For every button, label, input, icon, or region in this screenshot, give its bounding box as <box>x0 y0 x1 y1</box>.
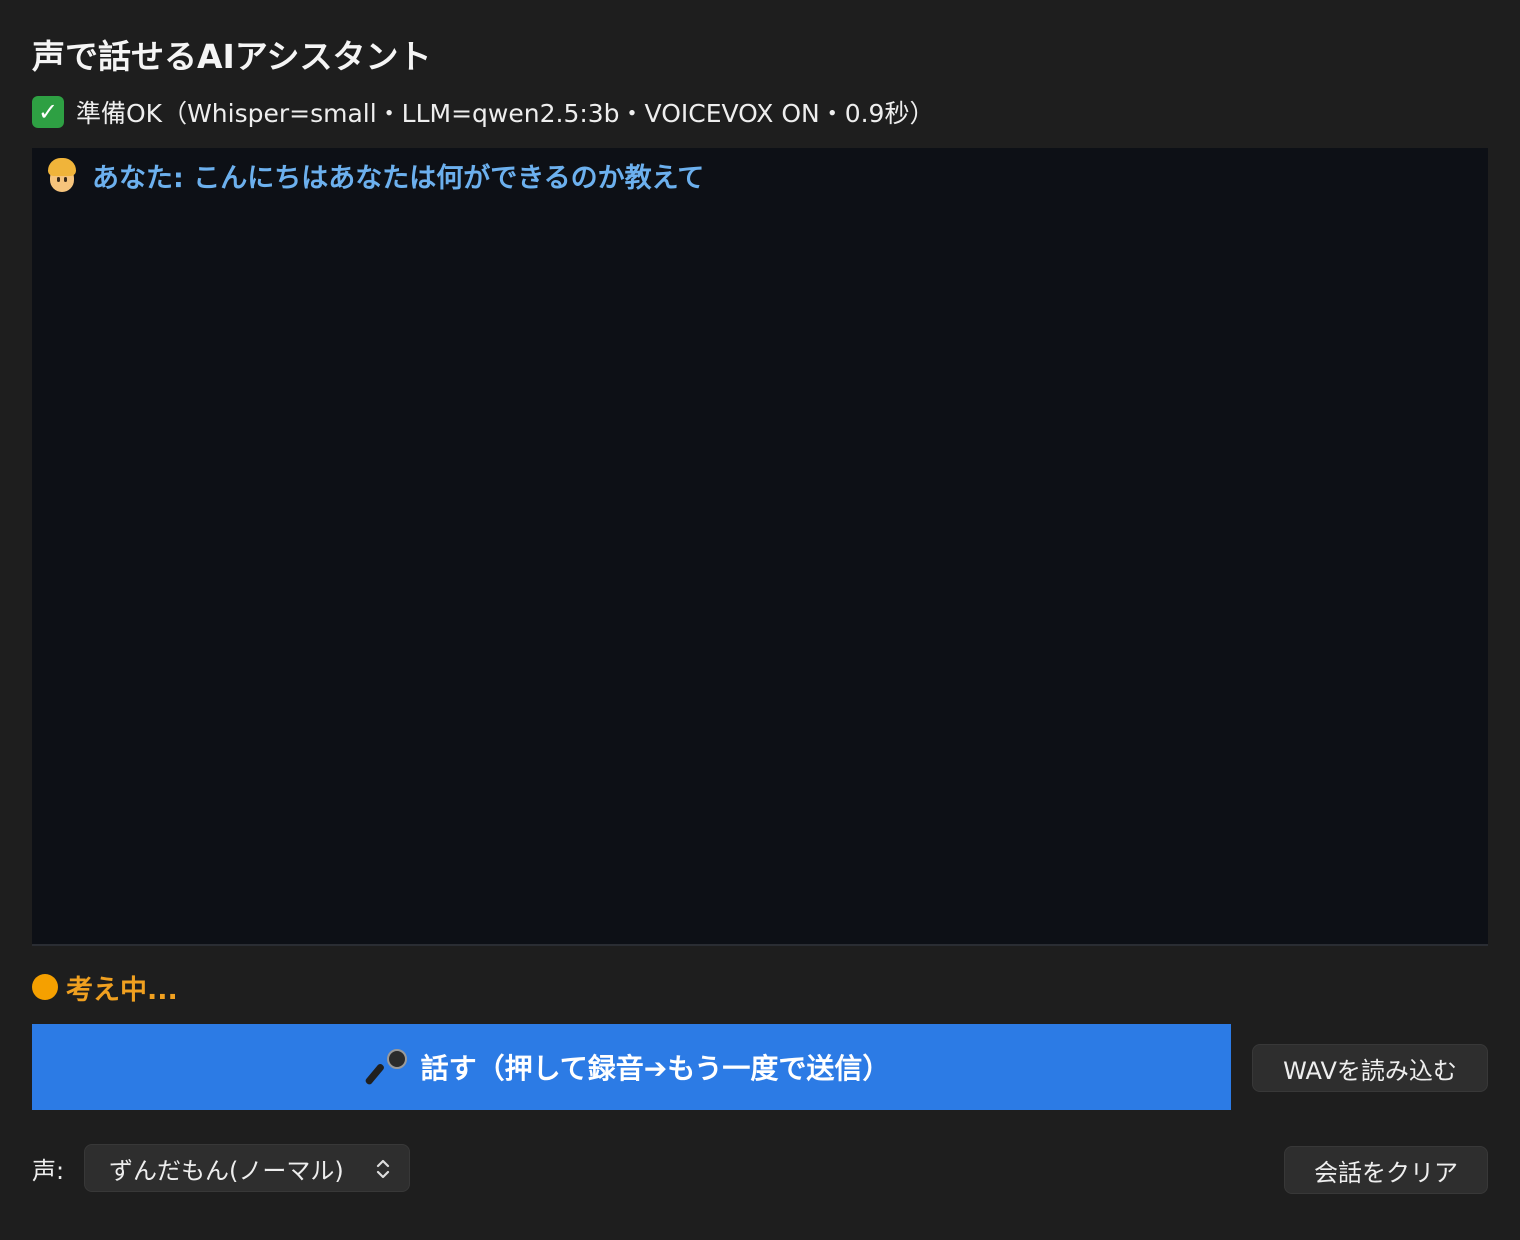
voice-label: 声: <box>32 1156 65 1185</box>
status-line: ✓ 準備OK（Whisper=small・LLM=qwen2.5:3b・VOIC… <box>32 94 934 130</box>
chat-message-text: あなた: こんにちはあなたは何ができるのか教えて <box>92 163 705 194</box>
person-blond-hair-icon <box>46 157 78 194</box>
chat-message-user: あなた: こんにちはあなたは何ができるのか教えて <box>46 156 704 195</box>
voice-select[interactable]: ずんだもん(ノーマル) <box>84 1144 410 1192</box>
chat-log[interactable]: あなた: こんにちはあなたは何ができるのか教えて <box>32 148 1488 946</box>
talk-button[interactable]: 話す（押して録音➔もう一度で送信） <box>32 1024 1231 1110</box>
app-window: 声で話せるAIアシスタント ✓ 準備OK（Whisper=small・LLM=q… <box>0 0 1520 1240</box>
talk-button-label: 話す（押して録音➔もう一度で送信） <box>420 1052 891 1085</box>
load-wav-button[interactable]: WAVを読み込む <box>1252 1044 1488 1092</box>
thinking-status: 考え中... <box>32 966 178 1008</box>
thinking-text: 考え中... <box>66 974 178 1006</box>
check-mark-icon: ✓ <box>32 96 64 128</box>
status-text: 準備OK（Whisper=small・LLM=qwen2.5:3b・VOICEV… <box>76 99 935 128</box>
clear-conversation-button[interactable]: 会話をクリア <box>1284 1146 1488 1194</box>
chevron-up-down-icon <box>376 1159 390 1179</box>
app-title: 声で話せるAIアシスタント <box>32 37 432 76</box>
voice-select-value: ずんだもん(ノーマル) <box>109 1156 344 1185</box>
microphone-icon <box>363 1047 409 1087</box>
orange-circle-icon <box>32 974 58 1000</box>
